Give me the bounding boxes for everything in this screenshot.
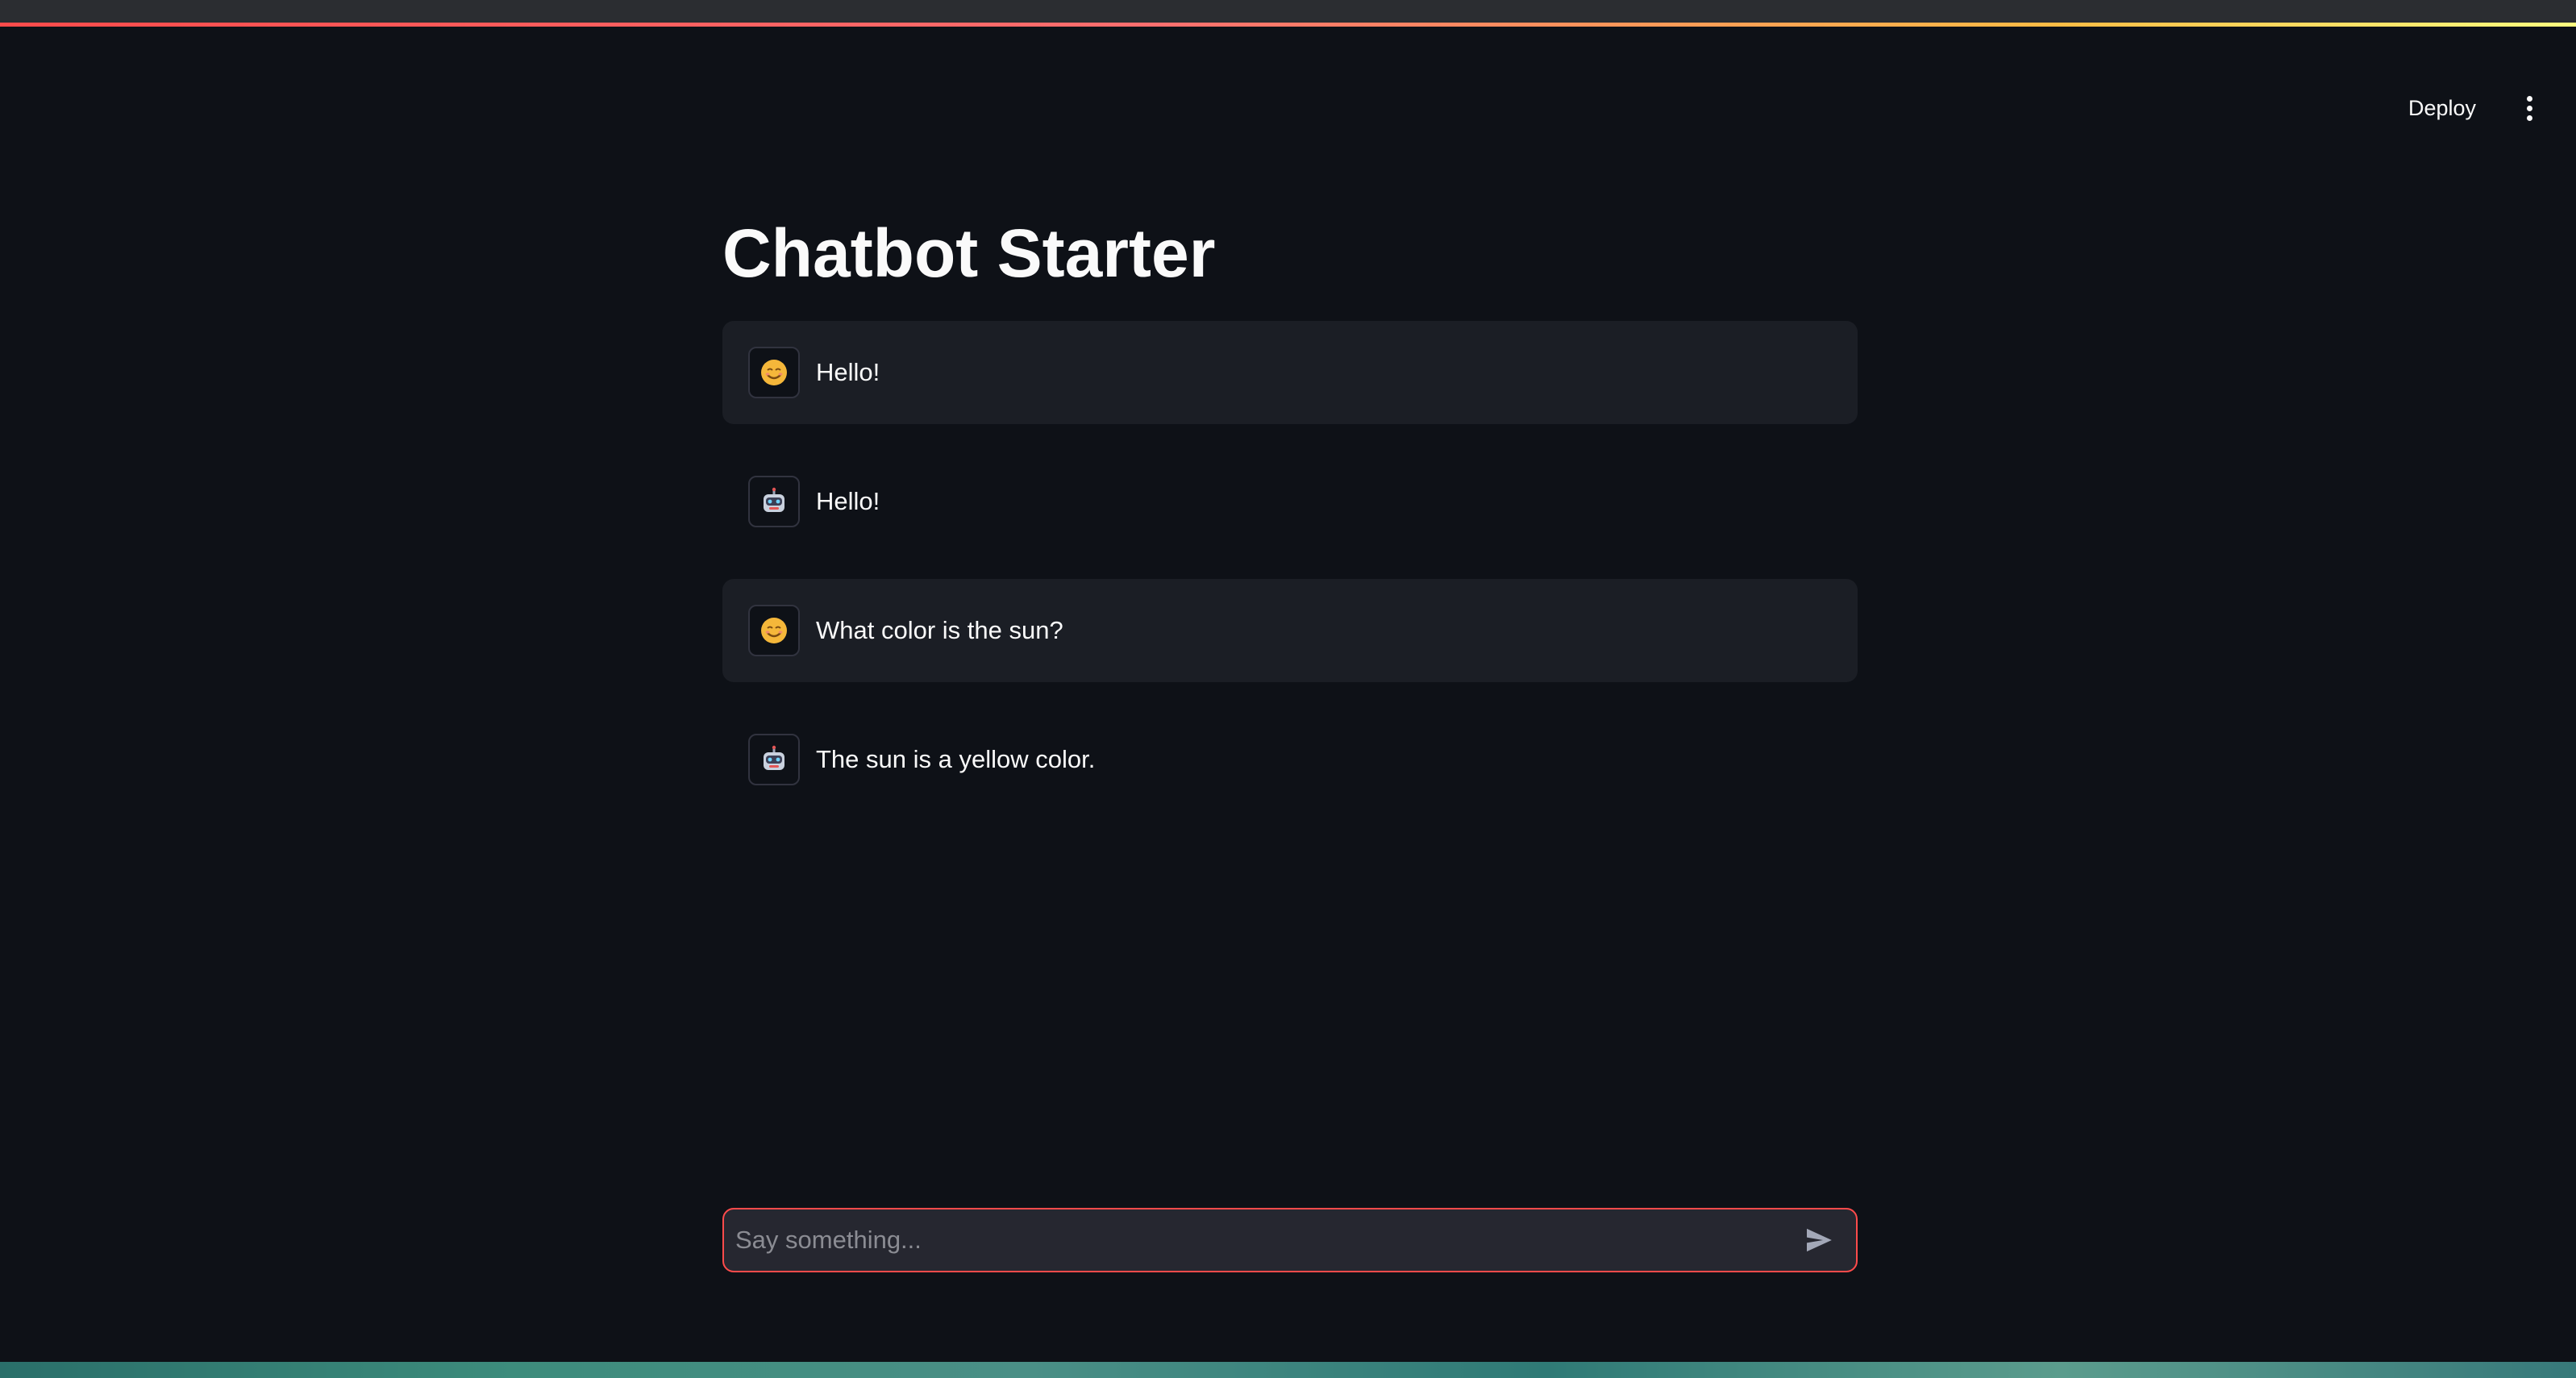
robot-face-icon bbox=[748, 734, 800, 785]
smiley-face-icon bbox=[748, 347, 800, 398]
send-button[interactable] bbox=[1798, 1219, 1840, 1261]
header-toolbar: Deploy bbox=[2397, 88, 2544, 128]
chat-message-user: What color is the sun? bbox=[722, 579, 1858, 682]
send-arrow-icon bbox=[1807, 1228, 1832, 1252]
main-content: Chatbot Starter Hello! Hello! What color… bbox=[722, 202, 1858, 811]
chat-input[interactable] bbox=[735, 1226, 1798, 1255]
chat-input-area bbox=[722, 1208, 1858, 1272]
browser-top-strip bbox=[0, 0, 2576, 23]
chat-message-user: Hello! bbox=[722, 321, 1858, 424]
robot-face-icon bbox=[748, 476, 800, 527]
kebab-menu-icon[interactable] bbox=[2515, 88, 2544, 128]
message-text: Hello! bbox=[816, 358, 880, 386]
desktop-wallpaper-strip bbox=[0, 1362, 2576, 1378]
page-title: Chatbot Starter bbox=[722, 215, 1216, 291]
chat-message-list: Hello! Hello! What color is the sun? The… bbox=[722, 321, 1858, 811]
chat-message-assistant: Hello! bbox=[722, 450, 1858, 553]
message-text: What color is the sun? bbox=[816, 616, 1063, 644]
message-text: The sun is a yellow color. bbox=[816, 745, 1096, 773]
chat-input-container bbox=[722, 1208, 1858, 1272]
deploy-button[interactable]: Deploy bbox=[2397, 90, 2487, 127]
smiley-face-icon bbox=[748, 605, 800, 656]
message-text: Hello! bbox=[816, 487, 880, 515]
chat-message-assistant: The sun is a yellow color. bbox=[722, 708, 1858, 811]
